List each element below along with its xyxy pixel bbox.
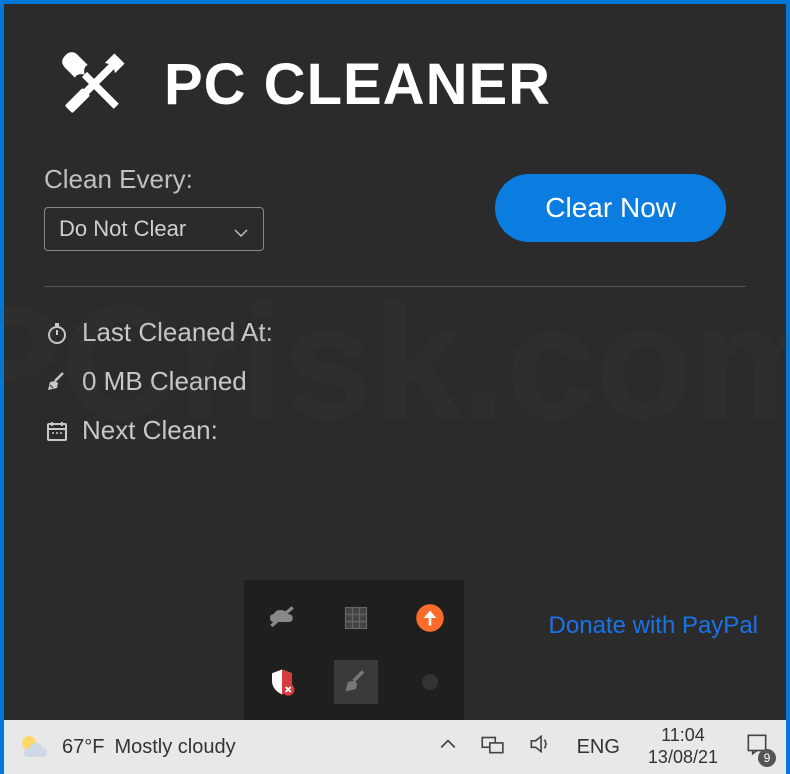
security-shield-icon[interactable] xyxy=(260,660,304,704)
weather-cloudy-icon xyxy=(16,729,52,765)
weather-widget[interactable]: 67°F Mostly cloudy xyxy=(16,729,236,765)
empty-tray-slot[interactable] xyxy=(408,660,452,704)
pc-cleaner-tray-icon[interactable] xyxy=(334,660,378,704)
notification-center-icon[interactable]: 9 xyxy=(740,727,774,767)
tray-chevron-up-icon[interactable] xyxy=(435,731,461,763)
mb-cleaned-row: 0 MB Cleaned xyxy=(44,366,746,397)
clean-interval-dropdown[interactable]: Do Not Clear xyxy=(44,207,264,251)
weather-temp: 67°F xyxy=(62,736,104,759)
clock-date: 13/08/21 xyxy=(648,747,718,769)
clock-time: 11:04 xyxy=(648,725,718,747)
broom-icon xyxy=(44,369,70,395)
cloud-off-icon[interactable] xyxy=(260,596,304,640)
clear-now-button[interactable]: Clear Now xyxy=(495,174,726,242)
next-clean-row: Next Clean: xyxy=(44,415,746,446)
clean-every-label: Clean Every: xyxy=(44,164,264,195)
donate-link[interactable]: Donate with PayPal xyxy=(549,612,758,640)
divider xyxy=(44,286,746,287)
tools-icon xyxy=(44,34,144,134)
weather-condition: Mostly cloudy xyxy=(114,736,235,759)
upload-arrow-icon[interactable] xyxy=(408,596,452,640)
chevron-down-icon xyxy=(233,221,249,237)
stopwatch-icon xyxy=(44,320,70,346)
language-indicator[interactable]: ENG xyxy=(571,736,626,759)
volume-icon[interactable] xyxy=(523,727,557,767)
app-title: PC CLEANER xyxy=(164,51,551,118)
stats-section: Last Cleaned At: 0 MB Cleaned Next Clean… xyxy=(44,317,746,446)
dropdown-value: Do Not Clear xyxy=(59,216,186,242)
network-icon[interactable] xyxy=(475,727,509,767)
clock[interactable]: 11:04 13/08/21 xyxy=(640,725,726,768)
mb-cleaned-label: 0 MB Cleaned xyxy=(82,366,247,397)
last-cleaned-row: Last Cleaned At: xyxy=(44,317,746,348)
controls-row: Clean Every: Do Not Clear Clear Now xyxy=(44,164,746,251)
app-header: PC CLEANER xyxy=(44,34,746,134)
calendar-icon xyxy=(44,418,70,444)
grid-icon[interactable] xyxy=(334,596,378,640)
next-clean-label: Next Clean: xyxy=(82,415,218,446)
notification-badge: 9 xyxy=(758,749,776,767)
clean-every-section: Clean Every: Do Not Clear xyxy=(44,164,264,251)
last-cleaned-label: Last Cleaned At: xyxy=(82,317,273,348)
taskbar: 67°F Mostly cloudy ENG 11:04 13/08/21 9 xyxy=(4,720,786,774)
system-tray-popup xyxy=(244,580,464,720)
